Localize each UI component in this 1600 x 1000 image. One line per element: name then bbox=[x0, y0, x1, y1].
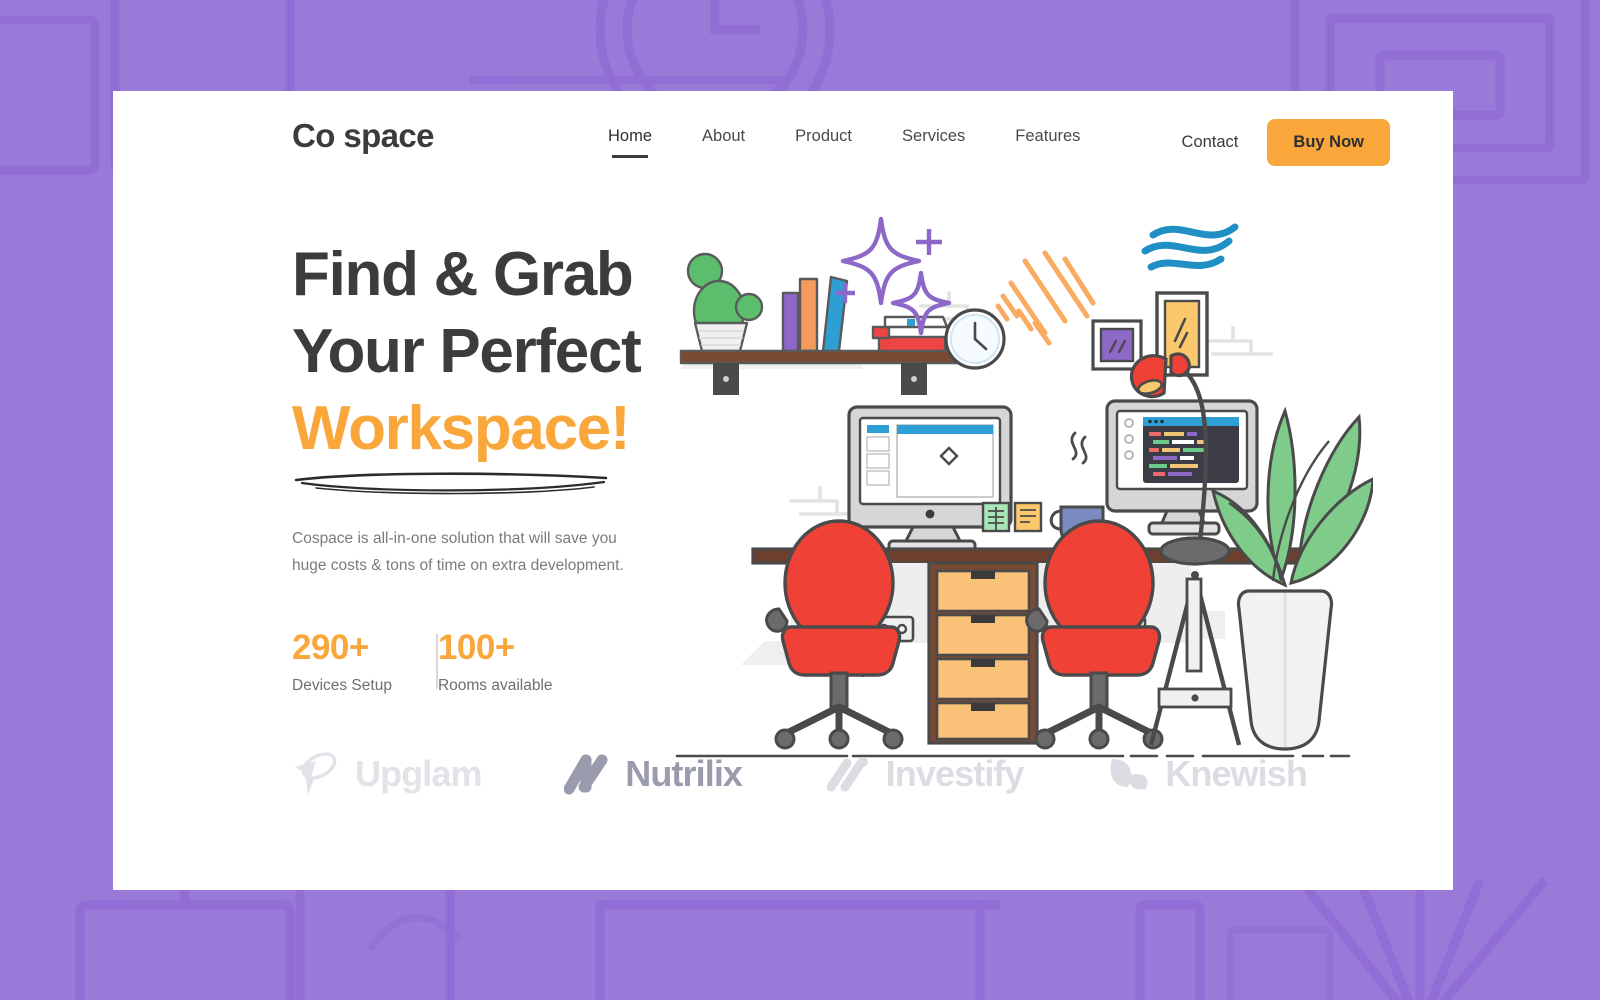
partner-name: Upglam bbox=[355, 753, 483, 794]
partner-name: Investify bbox=[885, 753, 1025, 794]
contact-link[interactable]: Contact bbox=[1182, 133, 1239, 152]
shelf-books bbox=[781, 275, 849, 353]
hero-copy: Find & Grab Your Perfect Workspace! Cosp… bbox=[292, 236, 692, 695]
nav-item-product[interactable]: Product bbox=[770, 125, 877, 147]
heading-line-1: Find & Grab bbox=[292, 240, 634, 309]
cactus-plant bbox=[686, 252, 764, 353]
workspace-illustration: .ol { stroke:#4a4a4a; stroke-width:3.2; … bbox=[675, 216, 1373, 758]
stat-devices-value: 290+ bbox=[292, 628, 369, 667]
page-title: Find & Grab Your Perfect Workspace! bbox=[292, 236, 692, 467]
partner-name: Nutrilix bbox=[625, 753, 743, 794]
stat-rooms-label: Rooms available bbox=[437, 677, 553, 694]
small-picture-frame bbox=[1091, 319, 1143, 371]
leaf-icon bbox=[1110, 759, 1148, 790]
nav-item-features[interactable]: Features bbox=[990, 125, 1105, 147]
stat-devices: 290+ Devices Setup bbox=[292, 628, 436, 695]
partner-nutrilix[interactable]: Nutrilix bbox=[564, 753, 743, 795]
blue-waves bbox=[1141, 223, 1239, 271]
partner-logos: Upglam Nutrilix Investify Knewish bbox=[292, 751, 1308, 797]
brand-logo[interactable]: Co space bbox=[292, 117, 435, 155]
orbit-icon bbox=[295, 752, 337, 795]
partner-knewish[interactable]: Knewish bbox=[1106, 753, 1308, 795]
main-navigation: Home About Product Services Features bbox=[583, 125, 1105, 147]
partner-investify[interactable]: Investify bbox=[825, 753, 1025, 795]
nav-item-about[interactable]: About bbox=[677, 125, 770, 147]
partner-upglam[interactable]: Upglam bbox=[292, 751, 483, 797]
stats-row: 290+ Devices Setup 100+ Rooms available bbox=[292, 628, 692, 695]
partner-name: Knewish bbox=[1165, 753, 1308, 794]
underline-scribble bbox=[294, 472, 608, 495]
stacked-books bbox=[871, 315, 949, 353]
stat-devices-label: Devices Setup bbox=[292, 677, 392, 694]
zigzag-icon bbox=[564, 754, 608, 795]
heading-line-2: Your Perfect bbox=[292, 317, 642, 386]
hero-card: Co space Home About Product Services Fea… bbox=[113, 91, 1453, 890]
site-header: Co space Home About Product Services Fea… bbox=[113, 91, 1453, 201]
nav-item-services[interactable]: Services bbox=[877, 125, 990, 147]
orange-dashes bbox=[995, 250, 1096, 346]
nav-item-home[interactable]: Home bbox=[583, 125, 677, 147]
header-actions: Contact Buy Now bbox=[1182, 119, 1390, 166]
hero-description: Cospace is all-in-one solution that will… bbox=[292, 530, 624, 574]
stat-rooms-value: 100+ bbox=[437, 628, 515, 667]
buy-now-button[interactable]: Buy Now bbox=[1267, 119, 1390, 166]
slashes-icon bbox=[826, 757, 868, 792]
stat-rooms: 100+ Rooms available bbox=[438, 628, 597, 695]
wall-clock bbox=[944, 308, 1006, 370]
drawer-cabinet bbox=[927, 561, 1039, 745]
heading-line-3: Workspace! bbox=[292, 394, 631, 463]
